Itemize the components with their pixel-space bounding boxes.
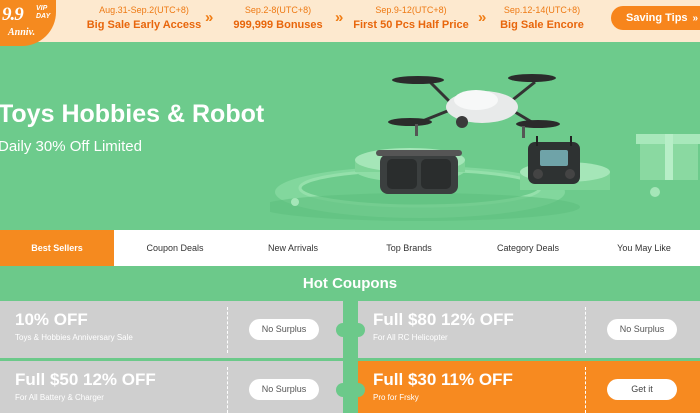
no-surplus-button[interactable]: No Surplus bbox=[607, 319, 677, 340]
coupon-title: Full $50 12% OFF bbox=[15, 370, 156, 389]
hero-banner[interactable]: Toys Hobbies & Robot Daily 30% Off Limit… bbox=[0, 42, 700, 230]
coupon-card: Full $80 12% OFF For All RC Helicopter N… bbox=[358, 301, 700, 358]
phase-name: Big Sale Early Access bbox=[86, 19, 202, 31]
no-surplus-button[interactable]: No Surplus bbox=[249, 379, 319, 400]
saving-tips-button[interactable]: Saving Tips » bbox=[611, 6, 700, 30]
podium-shadow bbox=[270, 193, 580, 221]
promo-bar: 9.9 VIP DAY Anniv. Aug.31-Sep.2(UTC+8) B… bbox=[0, 0, 700, 46]
hot-coupons-heading: Hot Coupons bbox=[302, 275, 398, 292]
coupon-notch bbox=[358, 383, 365, 397]
coupon-divider bbox=[585, 367, 586, 413]
tab-category-deals[interactable]: Category Deals bbox=[468, 230, 588, 266]
badge-anniv: Anniv. bbox=[8, 27, 36, 38]
double-chevron-right-icon: » bbox=[335, 9, 344, 26]
coupon-subtitle: For All RC Helicopter bbox=[373, 333, 448, 342]
coupon-card: Full $50 12% OFF For All Battery & Charg… bbox=[0, 361, 343, 413]
phase-date: Sep.12-14(UTC+8) bbox=[503, 5, 581, 15]
tab-coupon-deals[interactable]: Coupon Deals bbox=[114, 230, 236, 266]
no-surplus-button[interactable]: No Surplus bbox=[249, 319, 319, 340]
get-it-button[interactable]: Get it bbox=[607, 379, 677, 400]
saving-tips-label: Saving Tips bbox=[626, 12, 688, 24]
sale-phase-bonuses[interactable]: Sep.2-8(UTC+8) 999,999 Bonuses bbox=[228, 5, 328, 31]
coupon-notch bbox=[336, 323, 343, 337]
rc-transmitter-icon bbox=[528, 136, 580, 184]
category-tabs: Best Sellers Coupon Deals New Arrivals T… bbox=[0, 230, 700, 266]
double-chevron-right-icon: » bbox=[205, 9, 214, 26]
coupon-title: Full $30 11% OFF bbox=[373, 370, 513, 389]
phase-name: Big Sale Encore bbox=[500, 19, 584, 31]
coupon-divider bbox=[585, 307, 586, 353]
tab-you-may-like[interactable]: You May Like bbox=[588, 230, 700, 266]
coupon-subtitle: Pro for Frsky bbox=[373, 393, 419, 402]
coupon-subtitle: For All Battery & Charger bbox=[15, 393, 104, 402]
coupon-notch bbox=[336, 383, 343, 397]
sale-phase-half-price[interactable]: Sep.9-12(UTC+8) First 50 Pcs Half Price bbox=[351, 5, 471, 31]
double-chevron-right-icon: » bbox=[478, 9, 487, 26]
coupon-title: Full $80 12% OFF bbox=[373, 310, 514, 329]
coupon-divider bbox=[227, 307, 228, 353]
tab-top-brands[interactable]: Top Brands bbox=[350, 230, 468, 266]
coupon-card: Full $30 11% OFF Pro for Frsky Get it bbox=[358, 361, 700, 413]
fpv-goggles-icon bbox=[376, 150, 462, 194]
hero-subtitle: Daily 30% Off Limited bbox=[0, 138, 142, 155]
coupon-title: 10% OFF bbox=[15, 310, 88, 329]
hero-illustration bbox=[270, 74, 700, 221]
drone-icon bbox=[388, 74, 560, 138]
badge-number: 9.9 bbox=[2, 4, 24, 25]
double-chevron-right-icon: » bbox=[692, 13, 699, 24]
phase-date: Sep.2-8(UTC+8) bbox=[244, 5, 312, 15]
coupon-divider bbox=[227, 367, 228, 413]
badge-vip-day: VIP DAY bbox=[36, 5, 51, 20]
sale-phase-encore[interactable]: Sep.12-14(UTC+8) Big Sale Encore bbox=[494, 5, 590, 31]
phase-name: First 50 Pcs Half Price bbox=[353, 19, 469, 31]
anniversary-badge[interactable]: 9.9 VIP DAY Anniv. bbox=[0, 0, 56, 46]
phase-date: Aug.31-Sep.2(UTC+8) bbox=[99, 5, 189, 15]
phase-date: Sep.9-12(UTC+8) bbox=[375, 5, 447, 15]
coupon-subtitle: Toys & Hobbies Anniversary Sale bbox=[15, 333, 133, 342]
tab-new-arrivals[interactable]: New Arrivals bbox=[236, 230, 350, 266]
sale-phase-early-access[interactable]: Aug.31-Sep.2(UTC+8) Big Sale Early Acces… bbox=[82, 5, 206, 31]
phase-name: 999,999 Bonuses bbox=[233, 19, 323, 31]
coupon-card: 10% OFF Toys & Hobbies Anniversary Sale … bbox=[0, 301, 343, 358]
tab-best-sellers[interactable]: Best Sellers bbox=[0, 230, 114, 266]
coupon-notch bbox=[358, 323, 365, 337]
hero-title: Toys Hobbies & Robot bbox=[0, 100, 265, 128]
